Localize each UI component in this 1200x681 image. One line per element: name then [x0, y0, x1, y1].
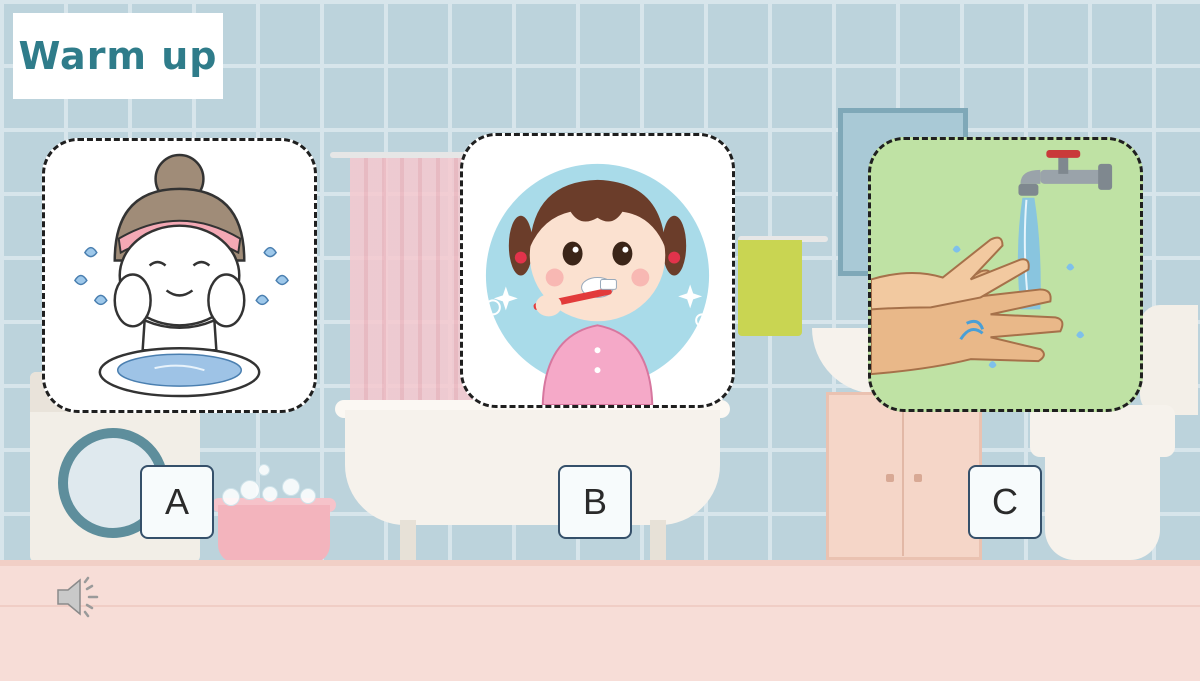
bubble [300, 488, 316, 504]
floor [0, 560, 1200, 681]
sink-cabinet [826, 392, 982, 560]
bathtub-leg [650, 520, 666, 565]
bathtub [345, 410, 720, 525]
bubble [240, 480, 260, 500]
girl-brushing-teeth-icon [484, 163, 710, 405]
bubble [222, 488, 240, 506]
bathtub-leg [400, 520, 416, 565]
picture-card-a[interactable] [42, 138, 317, 413]
answer-option-b[interactable]: B [558, 465, 632, 539]
basin [218, 505, 330, 563]
towel [738, 240, 802, 336]
cabinet-divider [902, 398, 904, 556]
answer-option-c[interactable]: C [968, 465, 1042, 539]
toilet-bowl [1045, 455, 1160, 560]
slide-title: Warm up [13, 13, 223, 99]
answer-option-a[interactable]: A [140, 465, 214, 539]
bubble [282, 478, 300, 496]
bubble [262, 486, 278, 502]
cabinet-knob [914, 474, 922, 482]
cabinet-knob [886, 474, 894, 482]
toilet-tank [1030, 405, 1175, 457]
picture-card-c[interactable] [868, 137, 1143, 412]
girl-washing-face-icon [73, 153, 289, 398]
floor-stripe [0, 605, 1200, 607]
bubble [258, 464, 270, 476]
speaker-icon[interactable] [54, 574, 106, 620]
washing-hands-icon [871, 149, 1113, 376]
picture-card-b[interactable] [460, 133, 735, 408]
toilet-backrest [1140, 305, 1198, 415]
